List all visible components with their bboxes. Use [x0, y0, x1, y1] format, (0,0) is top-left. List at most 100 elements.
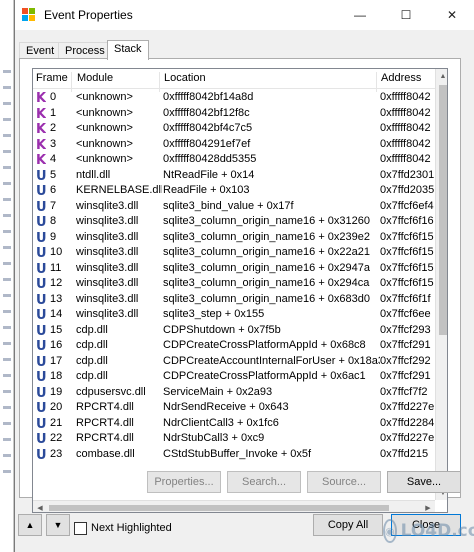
maximize-button[interactable]: ☐: [383, 0, 429, 30]
copy-all-button[interactable]: Copy All: [313, 514, 383, 536]
table-row[interactable]: U 13 winsqlite3.dll sqlite3_column_origin_n…: [33, 292, 435, 308]
location-cell: 0xfffff8042bf12f8c: [163, 106, 250, 119]
scroll-right-icon[interactable]: ▶: [421, 501, 435, 512]
user-mode-icon: U: [36, 246, 46, 261]
address-cell: 0x7ffcf6f15: [380, 261, 434, 274]
tab-process[interactable]: Process: [58, 42, 112, 59]
address-cell: 0x7ffcf6f15: [380, 246, 434, 258]
vertical-scrollbar[interactable]: ▲ ▼: [435, 69, 447, 500]
close-window-button[interactable]: ✕: [429, 0, 474, 30]
module-cell: cdp.dll: [76, 323, 108, 336]
column-header-address[interactable]: Address: [381, 72, 421, 84]
table-row[interactable]: U 9 winsqlite3.dll sqlite3_column_origin_na…: [33, 230, 435, 246]
module-cell: <unknown>: [76, 106, 133, 119]
module-cell: winsqlite3.dll: [76, 308, 139, 320]
table-row[interactable]: K 3 <unknown> 0xfffff804291ef7ef 0xfffff8042: [33, 137, 435, 153]
horizontal-scroll-thumb[interactable]: [49, 505, 389, 511]
properties-button[interactable]: Properties...: [147, 471, 221, 493]
strip-mark: [3, 102, 11, 105]
table-row[interactable]: U 21 RPCRT4.dll NdrClientCall3 + 0x1fc6 0x7f…: [33, 416, 435, 432]
user-mode-icon: U: [36, 230, 46, 246]
table-row[interactable]: U 18 cdp.dll CDPCreateCrossPlatformAppId + …: [33, 369, 435, 385]
location-cell: sqlite3_column_origin_name16 + 0x683d0: [163, 292, 371, 305]
module-cell: RPCRT4.dll: [76, 401, 134, 413]
title-bar[interactable]: Event Properties — ☐ ✕: [15, 0, 474, 30]
strip-mark: [3, 374, 11, 377]
address-cell: 0xfffff8042: [380, 153, 431, 165]
watermark-text: LO4D.com: [400, 521, 474, 541]
strip-mark: [3, 118, 11, 121]
strip-mark: [3, 438, 11, 441]
location-cell: 0xfffff804291ef7ef: [163, 137, 251, 150]
tab-stack[interactable]: Stack: [107, 40, 149, 60]
table-row[interactable]: U 16 cdp.dll CDPCreateCrossPlatformAppId + …: [33, 338, 435, 354]
kernel-mode-icon: K: [36, 106, 46, 122]
table-row[interactable]: U 14 winsqlite3.dll sqlite3_step + 0x155 0x7…: [33, 307, 435, 323]
table-row[interactable]: U 10 winsqlite3.dll sqlite3_column_origin_n…: [33, 245, 435, 261]
save-button[interactable]: Save...: [387, 471, 461, 493]
table-row[interactable]: U 22 RPCRT4.dll NdrStubCall3 + 0xc9 0x7ffd22…: [33, 431, 435, 447]
stack-list[interactable]: Frame Module Location Address K 0 <unknown…: [32, 68, 448, 513]
stack-rows: K 0 <unknown> 0xfffff8042bf14a8d 0xfffff8042…: [33, 90, 435, 463]
table-row[interactable]: U 7 winsqlite3.dll sqlite3_bind_value + 0x1…: [33, 199, 435, 215]
strip-mark: [3, 342, 11, 345]
scroll-left-icon[interactable]: ◀: [33, 501, 47, 512]
user-mode-icon: U: [36, 184, 46, 199]
strip-mark: [3, 182, 11, 185]
vertical-scroll-thumb[interactable]: [439, 85, 447, 335]
module-cell: <unknown>: [76, 91, 133, 103]
table-row[interactable]: U 19 cdpusersvc.dll ServiceMain + 0x2a93 0x7…: [33, 385, 435, 401]
scroll-up-icon[interactable]: ▲: [436, 69, 447, 83]
source-button[interactable]: Source...: [307, 471, 381, 493]
next-highlighted-checkbox[interactable]: [74, 522, 87, 535]
address-cell: 0x7ffcf291: [380, 370, 431, 382]
tab-event[interactable]: Event: [19, 42, 62, 59]
module-cell: winsqlite3.dll: [76, 215, 139, 227]
user-mode-icon: U: [36, 199, 46, 215]
horizontal-scrollbar[interactable]: ◀ ▶: [33, 500, 435, 512]
module-cell: RPCRT4.dll: [76, 416, 134, 429]
lo4d-watermark: ◉ LO4D.com: [383, 515, 474, 547]
previous-highlight-button[interactable]: ▲: [18, 514, 42, 536]
window-title: Event Properties: [44, 8, 133, 22]
strip-mark: [3, 278, 11, 281]
kernel-mode-icon: K: [36, 137, 46, 153]
user-mode-icon: U: [36, 339, 46, 354]
minimize-button[interactable]: —: [337, 0, 383, 30]
column-header-module[interactable]: Module: [77, 72, 113, 84]
module-cell: ntdll.dll: [76, 168, 111, 181]
table-row[interactable]: U 6 KERNELBASE.dll ReadFile + 0x103 0x7ffd20…: [33, 183, 435, 199]
location-cell: NdrStubCall3 + 0xc9: [163, 432, 265, 444]
address-cell: 0xfffff8042: [380, 122, 431, 134]
location-cell: ServiceMain + 0x2a93: [163, 385, 273, 398]
address-cell: 0x7ffcf293: [380, 323, 431, 336]
table-row[interactable]: U 17 cdp.dll CDPCreateAccountInternalForUse…: [33, 354, 435, 370]
table-row[interactable]: K 0 <unknown> 0xfffff8042bf14a8d 0xfffff8042: [33, 90, 435, 106]
location-cell: NdrClientCall3 + 0x1fc6: [163, 416, 279, 429]
column-header: Frame Module Location Address: [33, 69, 447, 92]
strip-mark: [3, 86, 11, 89]
table-row[interactable]: K 4 <unknown> 0xfffff80428dd5355 0xfffff8042: [33, 152, 435, 168]
kernel-mode-icon: K: [36, 91, 46, 106]
next-highlight-button[interactable]: ▼: [46, 514, 70, 536]
table-row[interactable]: K 2 <unknown> 0xfffff8042bf4c7c5 0xfffff8042: [33, 121, 435, 137]
table-row[interactable]: K 1 <unknown> 0xfffff8042bf12f8c 0xfffff8042: [33, 106, 435, 122]
location-cell: sqlite3_column_origin_name16 + 0x294ca: [163, 277, 370, 289]
table-row[interactable]: U 5 ntdll.dll NtReadFile + 0x14 0x7ffd2301: [33, 168, 435, 184]
location-cell: 0xfffff8042bf4c7c5: [163, 122, 253, 134]
module-cell: winsqlite3.dll: [76, 277, 139, 289]
column-header-location[interactable]: Location: [164, 72, 206, 84]
table-row[interactable]: U 8 winsqlite3.dll sqlite3_column_origin_na…: [33, 214, 435, 230]
table-row[interactable]: U 12 winsqlite3.dll sqlite3_column_origin_n…: [33, 276, 435, 292]
module-cell: RPCRT4.dll: [76, 432, 134, 444]
table-row[interactable]: U 15 cdp.dll CDPShutdown + 0x7f5b 0x7ffcf293: [33, 323, 435, 339]
address-cell: 0x7ffd2284: [380, 416, 435, 429]
table-row[interactable]: U 11 winsqlite3.dll sqlite3_column_origin_n…: [33, 261, 435, 277]
column-header-frame[interactable]: Frame: [36, 72, 68, 84]
user-mode-icon: U: [36, 447, 46, 463]
location-cell: CStdStubBuffer_Invoke + 0x5f: [163, 447, 312, 460]
address-cell: 0xfffff8042: [380, 137, 431, 150]
table-row[interactable]: U 23 combase.dll CStdStubBuffer_Invoke + 0x…: [33, 447, 435, 463]
search-button[interactable]: Search...: [227, 471, 301, 493]
table-row[interactable]: U 20 RPCRT4.dll NdrSendReceive + 0x643 0x7ff…: [33, 400, 435, 416]
